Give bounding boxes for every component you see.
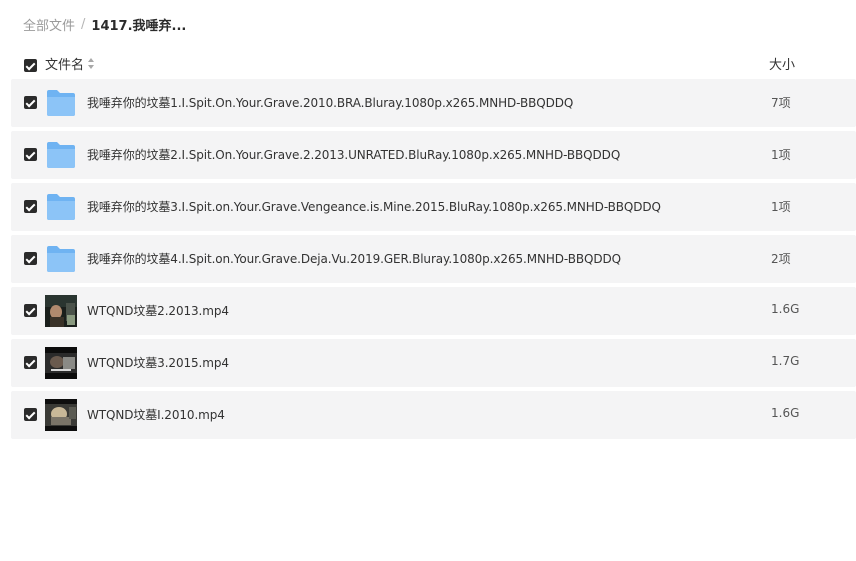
folder-icon — [47, 142, 75, 168]
file-row[interactable]: WTQND坟墓I.2010.mp4 1.6G — [11, 391, 856, 439]
folder-icon — [47, 246, 75, 272]
file-name[interactable]: WTQND坟墓I.2010.mp4 — [87, 406, 225, 423]
file-size: 1.7G — [771, 354, 800, 368]
breadcrumb: 全部文件 / 1417.我唾弃... — [23, 14, 186, 34]
file-name[interactable]: 我唾弃你的坟墓1.I.Spit.On.Your.Grave.2010.BRA.B… — [87, 94, 573, 111]
file-size: 1.6G — [771, 302, 800, 316]
file-name[interactable]: 我唾弃你的坟墓4.I.Spit.on.Your.Grave.Deja.Vu.20… — [87, 250, 621, 267]
file-list: 我唾弃你的坟墓1.I.Spit.On.Your.Grave.2010.BRA.B… — [11, 79, 856, 443]
row-checkbox[interactable] — [24, 200, 37, 213]
file-size: 1项 — [771, 200, 791, 214]
breadcrumb-current-folder: 1417.我唾弃... — [91, 18, 187, 34]
row-checkbox[interactable] — [24, 304, 37, 317]
file-browser: 全部文件 / 1417.我唾弃... 文件名 大小 我唾弃你的坟墓1.I.Spi… — [0, 0, 856, 561]
row-checkbox[interactable] — [24, 408, 37, 421]
size-column-header[interactable]: 大小 — [769, 54, 795, 73]
file-size: 7项 — [771, 96, 791, 110]
file-size: 2项 — [771, 252, 791, 266]
folder-icon — [47, 194, 75, 220]
name-column-header[interactable]: 文件名 — [45, 54, 95, 73]
video-thumbnail — [45, 295, 77, 327]
file-row[interactable]: 我唾弃你的坟墓2.I.Spit.On.Your.Grave.2.2013.UNR… — [11, 131, 856, 179]
row-checkbox[interactable] — [24, 148, 37, 161]
file-size: 1项 — [771, 148, 791, 162]
file-size: 1.6G — [771, 406, 800, 420]
file-row[interactable]: 我唾弃你的坟墓4.I.Spit.on.Your.Grave.Deja.Vu.20… — [11, 235, 856, 283]
list-header: 文件名 大小 — [11, 51, 856, 75]
folder-icon — [47, 90, 75, 116]
file-row[interactable]: WTQND坟墓3.2015.mp4 1.7G — [11, 339, 856, 387]
video-thumbnail — [45, 399, 77, 431]
file-name[interactable]: WTQND坟墓3.2015.mp4 — [87, 354, 229, 371]
breadcrumb-root-link[interactable]: 全部文件 — [23, 15, 75, 34]
select-all-checkbox[interactable] — [24, 59, 37, 72]
name-column-label: 文件名 — [45, 58, 85, 73]
file-row[interactable]: 我唾弃你的坟墓3.I.Spit.on.Your.Grave.Vengeance.… — [11, 183, 856, 231]
file-name[interactable]: 我唾弃你的坟墓3.I.Spit.on.Your.Grave.Vengeance.… — [87, 198, 661, 215]
sort-icon[interactable] — [88, 58, 95, 69]
video-thumbnail — [45, 347, 77, 379]
breadcrumb-separator: / — [81, 16, 86, 32]
file-row[interactable]: WTQND坟墓2.2013.mp4 1.6G — [11, 287, 856, 335]
file-row[interactable]: 我唾弃你的坟墓1.I.Spit.On.Your.Grave.2010.BRA.B… — [11, 79, 856, 127]
row-checkbox[interactable] — [24, 96, 37, 109]
row-checkbox[interactable] — [24, 356, 37, 369]
file-name[interactable]: WTQND坟墓2.2013.mp4 — [87, 302, 229, 319]
row-checkbox[interactable] — [24, 252, 37, 265]
file-name[interactable]: 我唾弃你的坟墓2.I.Spit.On.Your.Grave.2.2013.UNR… — [87, 146, 620, 163]
